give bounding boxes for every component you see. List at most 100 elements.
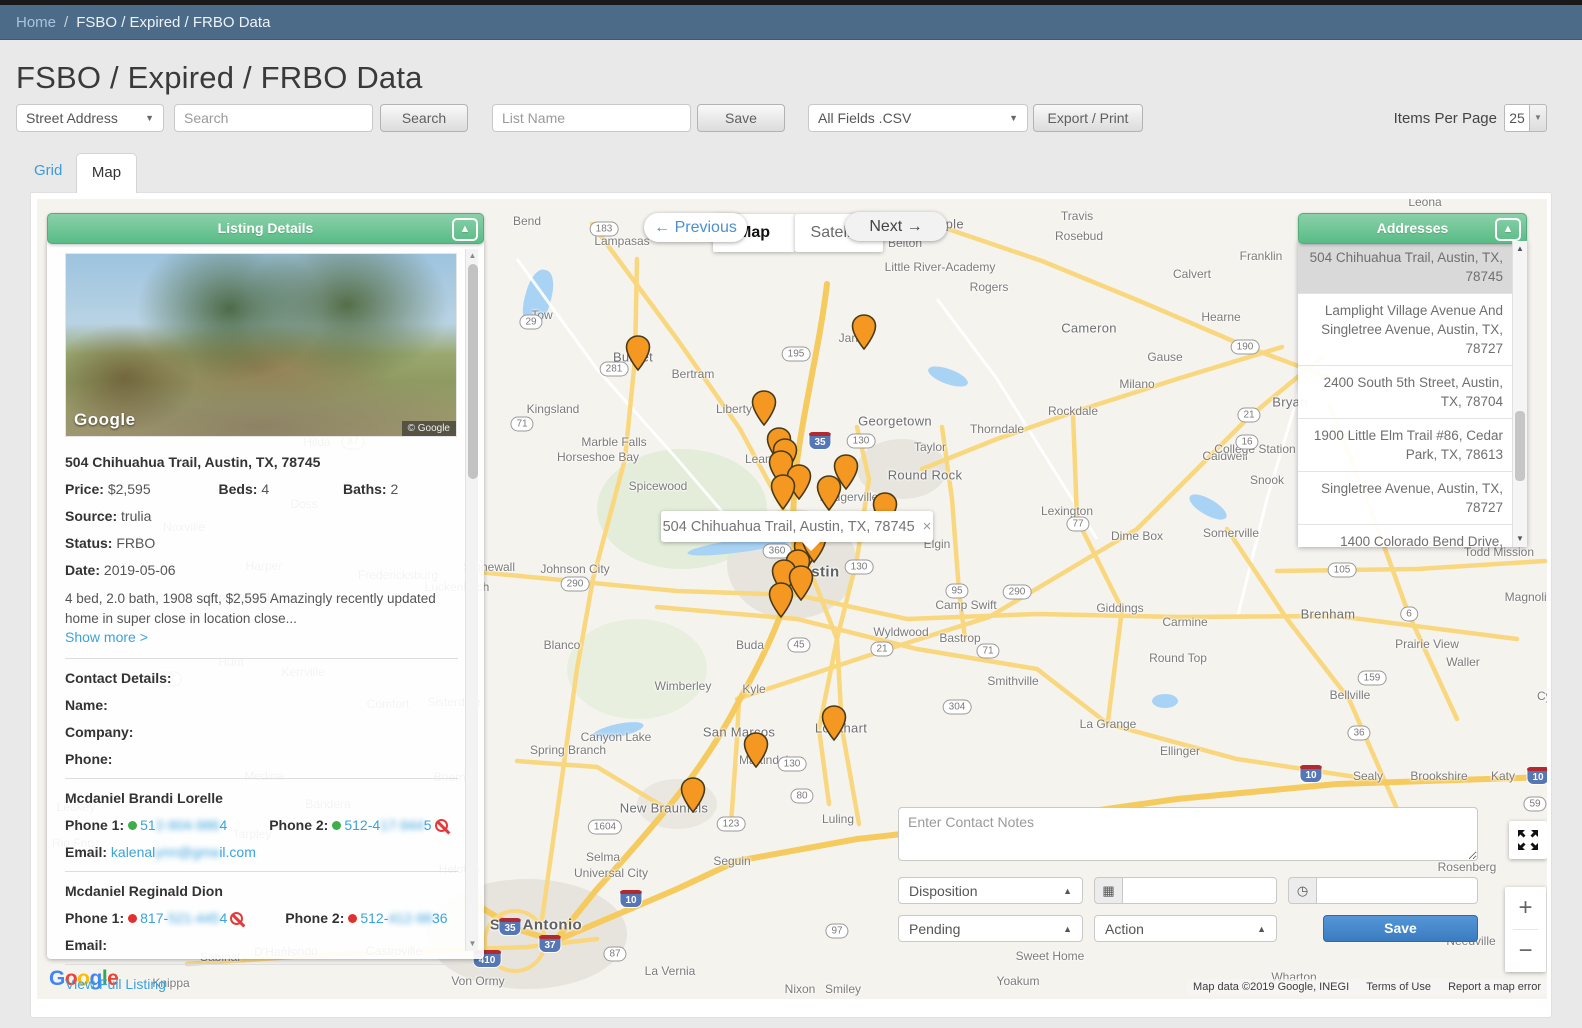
addresses-scrollbar[interactable]: ▲ ▼ — [1512, 241, 1527, 547]
addresses-list: 504 Chihuahua Trail, Austin, TX, 78745 La… — [1298, 241, 1527, 547]
map-label-rosebud: Rosebud — [1054, 229, 1104, 243]
report-map-error-link[interactable]: Report a map error — [1448, 981, 1541, 993]
terms-of-use-link[interactable]: Terms of Use — [1366, 981, 1431, 993]
map-label-wimberley: Wimberley — [654, 679, 712, 693]
map-attribution: Map data ©2019 Google, INEGI Terms of Us… — [1187, 979, 1547, 995]
breadcrumb: Home / FSBO / Expired / FRBO Data — [0, 5, 1582, 40]
zoom-in-button[interactable]: + — [1505, 887, 1546, 929]
export-print-button[interactable]: Export / Print — [1033, 104, 1143, 132]
phone-link[interactable]: 817-521-4454 — [140, 910, 227, 926]
highway-shield-304: 304 — [942, 699, 972, 715]
map-label-calvert: Calvert — [1172, 267, 1212, 281]
map-label-yoakum: Yoakum — [996, 974, 1040, 988]
map-marker[interactable] — [816, 475, 842, 512]
address-list-item[interactable]: 1900 Little Elm Trail #86, Cedar Park, T… — [1298, 419, 1527, 472]
highway-shield-183: 183 — [589, 221, 619, 237]
map-label-sealy: Sealy — [1352, 769, 1384, 783]
listing-price-row: Price: $2,595 Beds: 4 Baths: 2 — [65, 481, 458, 497]
map-marker[interactable] — [680, 777, 706, 814]
map-canvas[interactable]: BendLampasasTempleBeltonTravisRosebudLeo… — [37, 199, 1547, 999]
map-label-todd-mission: Todd Mission — [1463, 545, 1535, 559]
zoom-out-button[interactable]: − — [1505, 930, 1546, 972]
collapse-panel-icon[interactable]: ▲ — [1495, 218, 1521, 241]
collapse-panel-icon[interactable]: ▲ — [452, 218, 478, 241]
search-input[interactable] — [174, 104, 373, 132]
listing-panel-scrollbar[interactable]: ▲ ▼ — [465, 249, 478, 951]
google-logo-letter: G — [49, 967, 65, 990]
listing-details-header[interactable]: Listing Details ▲ — [47, 213, 484, 244]
map-marker[interactable] — [625, 335, 651, 372]
highway-shield-105: 105 — [1327, 562, 1357, 578]
map-label-thorndale: Thorndale — [969, 422, 1025, 436]
save-list-button[interactable]: Save — [697, 104, 785, 132]
highway-shield-290: 290 — [560, 576, 590, 592]
map-label-seguin: Seguin — [713, 854, 751, 868]
list-name-input[interactable] — [492, 104, 691, 132]
address-list-item[interactable]: Lamplight Village Avenue And Singletree … — [1298, 294, 1527, 366]
map-tooltip: 504 Chihuahua Trail, Austin, TX, 78745 × — [661, 511, 933, 551]
address-list-item[interactable]: 1400 Colorado Bend Drive, — [1298, 525, 1527, 547]
next-button[interactable]: Next → — [845, 212, 947, 241]
address-list-item[interactable]: Singletree Avenue, Austin, TX, 78727 — [1298, 472, 1527, 525]
breadcrumb-separator: / — [64, 14, 69, 31]
listing-address: 504 Chihuahua Trail, Austin, TX, 78745 — [65, 454, 321, 470]
map-marker[interactable] — [851, 314, 877, 351]
map-label-bertram: Bertram — [671, 367, 715, 381]
phone-link[interactable]: 512-904-9864 — [140, 817, 227, 833]
items-per-page-value[interactable]: 25 — [1504, 104, 1530, 132]
tooltip-close-icon[interactable]: × — [923, 518, 932, 535]
phone-status-dot — [332, 821, 342, 831]
address-list-item[interactable]: 2400 South 5th Street, Austin, TX, 78704 — [1298, 366, 1527, 419]
map-marker[interactable] — [821, 705, 847, 742]
listing-date-row: Date: 2019-05-06 — [65, 562, 176, 578]
save-note-button[interactable]: Save — [1323, 915, 1478, 942]
addresses-header[interactable]: Addresses ▲ — [1298, 213, 1527, 244]
map-label-franklin: Franklin — [1239, 249, 1283, 263]
map-label-round-top: Round Top — [1149, 651, 1207, 665]
items-per-page-caret[interactable]: ▼ — [1530, 104, 1547, 132]
date-input[interactable] — [1123, 877, 1277, 904]
map-label-rockdale: Rockdale — [1047, 404, 1099, 418]
map-marker[interactable] — [768, 582, 794, 619]
map-label-hearne: Hearne — [1201, 310, 1241, 324]
tab-grid[interactable]: Grid — [34, 162, 62, 179]
scroll-down-icon[interactable]: ▼ — [1513, 532, 1527, 546]
highway-shield-21: 21 — [870, 641, 894, 657]
highway-shield-80: 80 — [790, 788, 814, 804]
map-label-spicewood: Spicewood — [628, 479, 688, 493]
scrollbar-thumb[interactable] — [467, 264, 478, 479]
highway-shield-130: 130 — [846, 433, 876, 449]
search-field-select[interactable]: Street Address ▼ — [16, 104, 164, 132]
view-full-listing-link[interactable]: View Full Listing — [65, 976, 166, 992]
map-marker[interactable] — [770, 474, 796, 511]
address-list-item[interactable]: 504 Chihuahua Trail, Austin, TX, 78745 — [1298, 241, 1527, 294]
email-link[interactable]: kalenalynn@gmail.com — [111, 844, 256, 860]
disposition-select[interactable]: Disposition ▲ — [898, 877, 1083, 904]
map-marker[interactable] — [751, 390, 777, 427]
previous-button[interactable]: ← Previous — [644, 213, 747, 242]
phone-link[interactable]: 512-412-9836 — [360, 910, 447, 926]
status-select[interactable]: Pending ▲ — [898, 915, 1083, 942]
action-select[interactable]: Action ▲ — [1094, 915, 1277, 942]
map-label-la-grange: La Grange — [1079, 717, 1137, 731]
tab-map[interactable]: Map — [76, 153, 137, 193]
time-input[interactable] — [1317, 877, 1478, 904]
scrollbar-thumb[interactable] — [1515, 411, 1525, 481]
listing-details-body: Google © Google 504 Chihuahua Trail, Aus… — [47, 241, 484, 992]
map-label-smiley: Smiley — [824, 982, 862, 996]
interstate-shield-10: 10 — [619, 890, 643, 908]
map-marker[interactable] — [743, 732, 769, 769]
fullscreen-button[interactable] — [1509, 821, 1547, 859]
contact-notes-textarea[interactable] — [898, 807, 1478, 861]
map-label-bastrop: Bastrop — [939, 631, 981, 645]
scroll-up-icon[interactable]: ▲ — [466, 249, 479, 263]
breadcrumb-home-link[interactable]: Home — [16, 14, 56, 31]
scroll-down-icon[interactable]: ▼ — [466, 937, 479, 951]
search-button[interactable]: Search — [380, 104, 468, 132]
baths-label: Baths: — [343, 481, 387, 497]
export-format-select[interactable]: All Fields .CSV ▼ — [808, 104, 1028, 132]
scroll-up-icon[interactable]: ▲ — [1513, 242, 1527, 256]
show-more-link[interactable]: Show more > — [65, 629, 148, 645]
map-label-waller: Waller — [1446, 655, 1480, 669]
phone-link[interactable]: 512-417-9445 — [344, 817, 431, 833]
